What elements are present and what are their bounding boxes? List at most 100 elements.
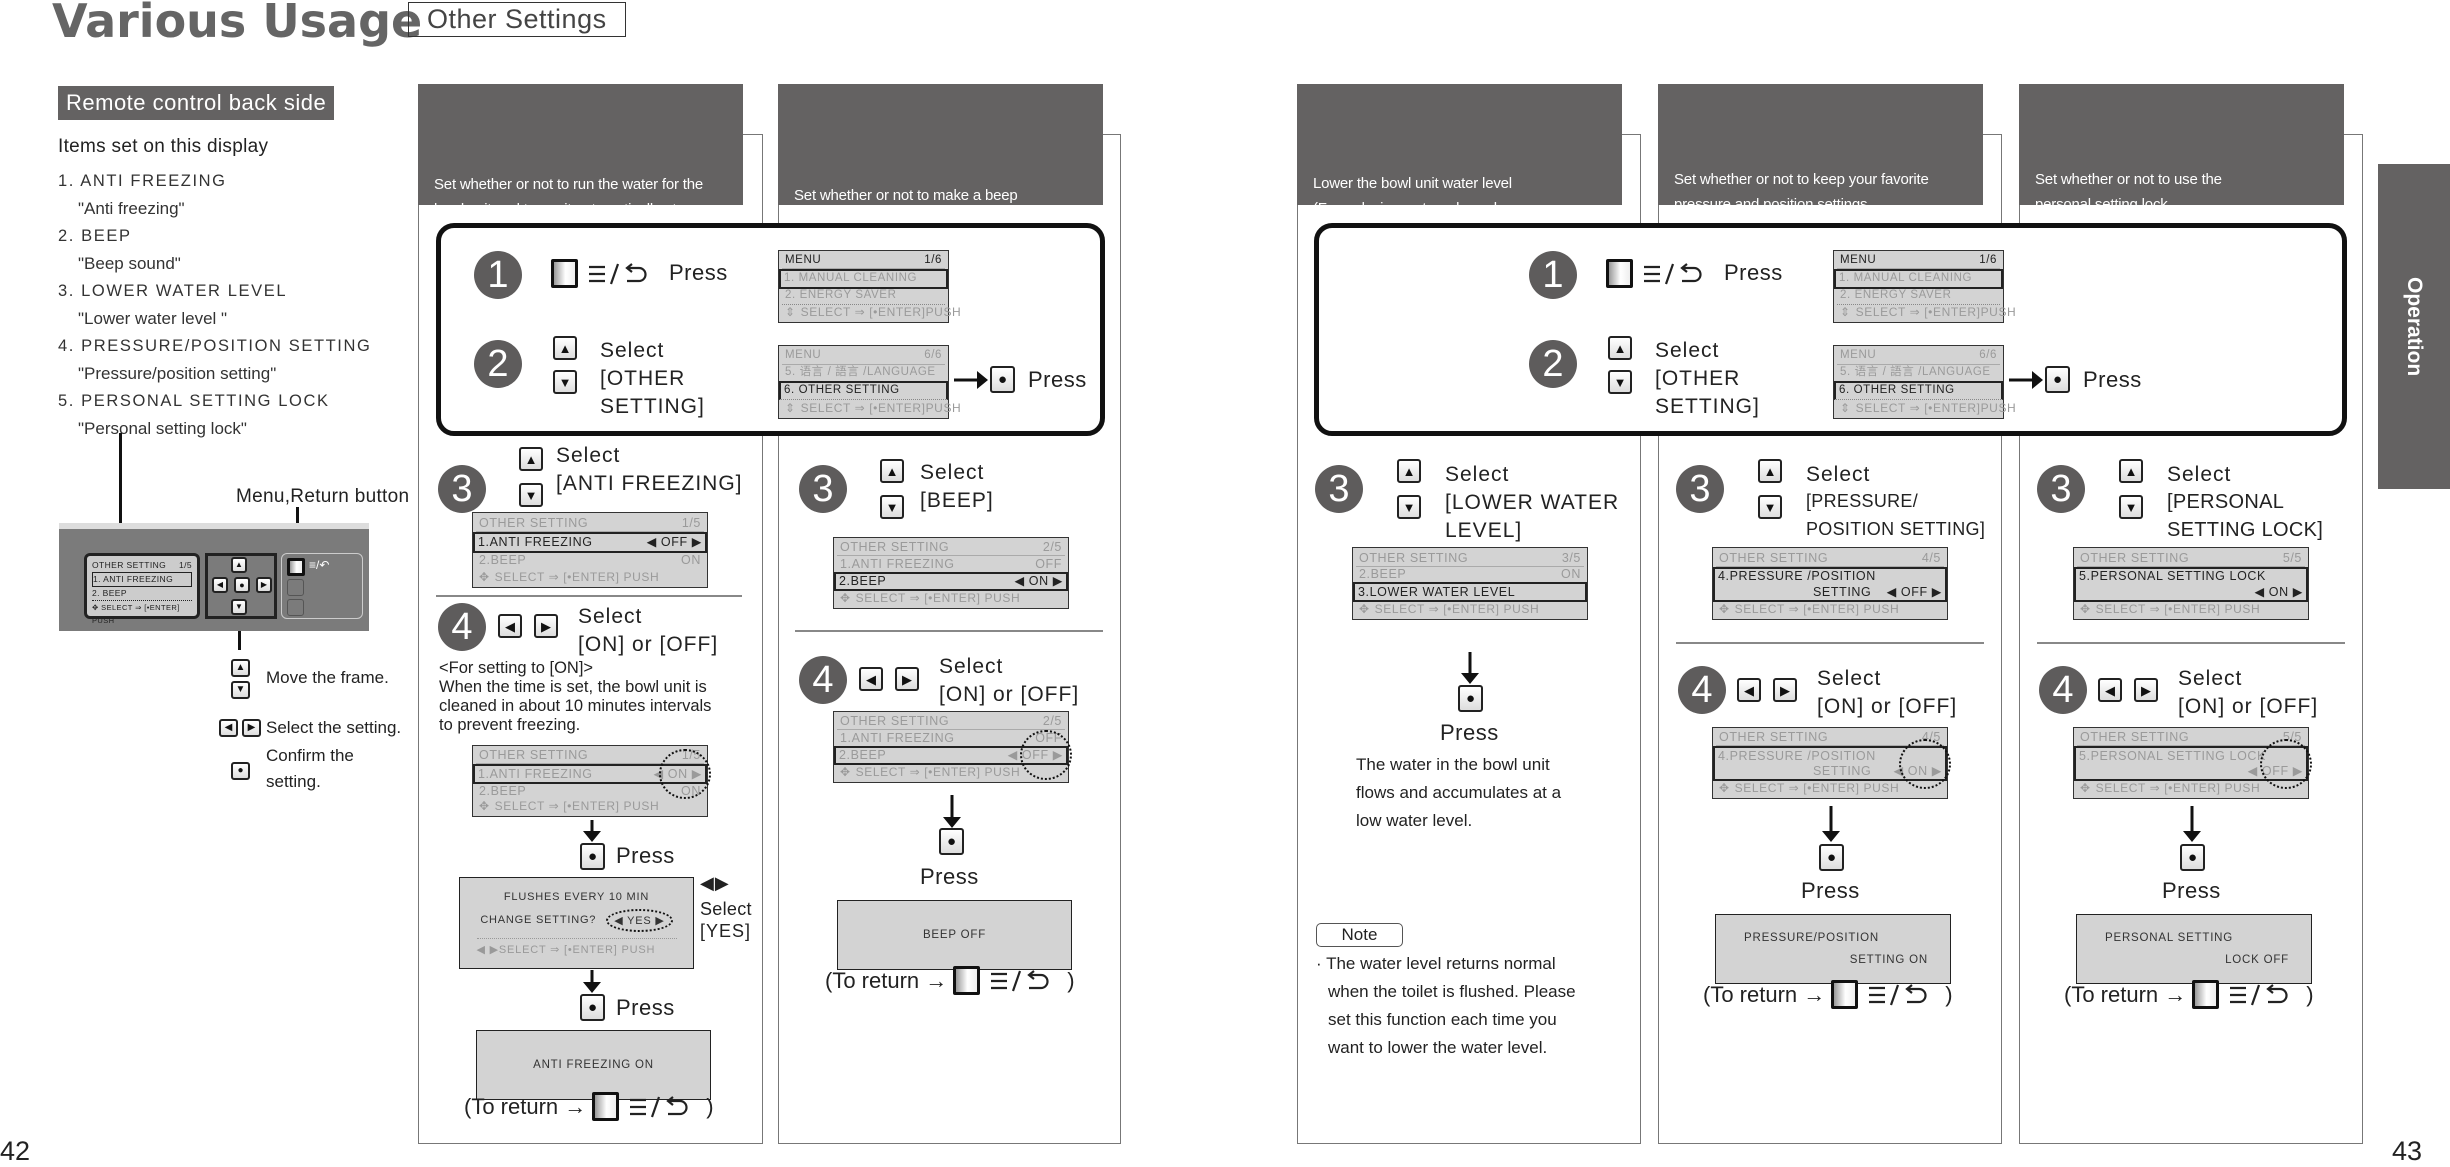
up-down-icon: ⇕ — [785, 305, 796, 320]
lcd-footer-text: SELECT ⇒ [•ENTER] PUSH — [1734, 602, 1900, 617]
lcd-row: 2.BEEP ◀ ON ▶ — [834, 571, 1068, 591]
column-header: Set whether or not to keep your favorite… — [1658, 84, 1983, 281]
step-number: 4 — [2039, 666, 2087, 714]
lcd-screen: MENU 6/6 5. 语言 / 語言 /LANGUAGE 6. OTHER SETT… — [1833, 345, 2016, 419]
select-label: Select — [1445, 463, 1510, 486]
select-target: [BEEP] — [920, 489, 994, 512]
step-note: to prevent freezing. — [439, 716, 581, 734]
confirm-line: CHANGE SETTING? ◀ YES ▶ — [480, 908, 673, 932]
to-return-text: (To return → — [1703, 981, 1826, 1007]
result-screen: ANTI FREEZING ON — [476, 1030, 711, 1100]
lcd-screen: MENU 6/6 5. 语言 / 語言 /LANGUAGE 6. OTHER SETT… — [778, 345, 961, 419]
lcd-row-label: 2.BEEP — [1359, 567, 1407, 581]
select-label: Select — [920, 461, 985, 484]
lcd-title: MENU — [1840, 349, 1877, 362]
enter-button-icon: ● — [2180, 844, 2205, 871]
column-description: personal setting lock — [2035, 196, 2168, 213]
item-subtitle: "Beep sound" — [78, 254, 181, 273]
select-label: Select — [2178, 667, 2243, 690]
right-arrow-button-icon: ▶ — [256, 577, 272, 593]
lcd-row: 1.ANTI FREEZING OFF — [837, 556, 1065, 571]
to-return-instruction: (To return →) — [1703, 980, 1953, 1009]
lcd-title: OTHER SETTING — [2080, 730, 2190, 745]
remote-control-illustration: OTHER SETTING 1/5 1. ANTI FREEZING 2. BEEP ✥… — [59, 523, 369, 631]
right-arrow-button-icon: ▶ — [895, 667, 919, 691]
lcd-footer-text: SELECT ⇒ [•ENTER]PUSH — [800, 305, 962, 320]
item-name: 1. ANTI FREEZING — [58, 172, 227, 190]
select-label: Select — [1655, 339, 1720, 362]
lcd-footer: ✥ SELECT ⇒ [•ENTER] PUSH — [1356, 602, 1584, 618]
lcd-title: OTHER SETTING — [479, 748, 589, 763]
column-header: Lower the bowl unit water level (For redu… — [1297, 84, 1622, 281]
column-description: (For reducing water rebound, — [1313, 200, 1501, 217]
items-title: Items set on this display — [58, 136, 269, 157]
result-description: flows and accumulates at a — [1356, 783, 1562, 802]
confirm-question: CHANGE SETTING? — [480, 914, 597, 926]
lcd-row-label: 2.BEEP — [479, 783, 527, 798]
step-note: When the time is set, the bowl unit is — [439, 678, 707, 696]
lcd-footer: ✥ SELECT ⇒ [•ENTER] PUSH — [837, 765, 1065, 780]
lcd-row-label2: SETTING — [1813, 584, 1872, 599]
select-target: [ON] or [OFF] — [2178, 695, 2319, 718]
step-note: cleaned in about 10 minutes intervals — [439, 697, 712, 715]
power-button-icon — [287, 599, 304, 616]
result-description: low water level. — [1356, 811, 1473, 830]
right-arrow-button-icon: ▶ — [1773, 678, 1797, 702]
menu-return-symbol-icon — [989, 968, 1053, 994]
result-screen: PRESSURE/POSITION SETTING ON — [1715, 914, 1951, 984]
select-label: Select — [600, 339, 665, 362]
down-arrow-button-icon: ▼ — [553, 370, 577, 394]
lcd-page: 2/5 — [1042, 540, 1062, 555]
item-name: 4. PRESSURE/POSITION SETTING — [58, 337, 372, 355]
select-target: [YES] — [700, 921, 752, 941]
four-way-arrow-icon: ✥ — [1719, 602, 1730, 617]
lcd-footer-text: SELECT ⇒ [•ENTER] PUSH — [2095, 602, 2261, 617]
select-target: [ON] or [OFF] — [939, 683, 1080, 706]
column-description: pressure and position settings — [1674, 196, 1868, 213]
result-screen: PERSONAL SETTING LOCK OFF — [2076, 914, 2312, 984]
lcd-row-label: 1.ANTI FREEZING — [840, 730, 955, 745]
select-target: [ANTI FREEZING] — [556, 472, 743, 495]
lcd-row: 2.BEEP ON — [1356, 567, 1584, 583]
lcd-footer-text: SELECT ⇒ [•ENTER]PUSH — [1855, 401, 2017, 415]
steps-1-2-box — [1314, 223, 2347, 436]
lcd-row: 1.ANTI FREEZING ◀ ON ▶ — [473, 748, 711, 799]
lcd-row: 2.BEEP ON — [476, 553, 704, 569]
down-arrow-icon — [1461, 652, 1479, 684]
lcd-title: MENU — [785, 349, 822, 362]
lcd-row: 2.BEEP ◀ OFF ▶ — [834, 730, 1072, 781]
up-arrow-button-icon: ▲ — [1758, 459, 1782, 483]
step-number: 4 — [438, 603, 486, 651]
remote-lcd-page: 1/5 — [178, 560, 192, 570]
column-description: Set whether or not to use the — [2035, 171, 2222, 188]
lcd-header: MENU 6/6 — [782, 348, 945, 365]
lcd-page: 6/6 — [1979, 349, 1997, 362]
left-arrow-button-icon: ◀ — [212, 577, 228, 593]
press-label: Press — [1724, 260, 1783, 285]
select-target: SETTING LOCK] — [2167, 519, 2324, 541]
lcd-footer: ✥ SELECT ⇒ [•ENTER] PUSH — [837, 591, 1065, 606]
lcd-row-value: OFF — [1035, 556, 1062, 571]
remote-lcd-row: 2. BEEP — [92, 587, 192, 601]
enter-button-icon: ● — [939, 828, 964, 855]
left-arrow-button-icon: ◀ — [2098, 678, 2122, 702]
down-arrow-icon — [583, 820, 601, 842]
result-screen-text: BEEP OFF — [922, 929, 987, 941]
enter-button-icon: ● — [1458, 685, 1483, 712]
right-arrow-button-icon: ▶ — [534, 614, 558, 638]
select-target: SETTING] — [600, 395, 705, 418]
lcd-screen: OTHER SETTING 1/5 1.ANTI FREEZING ◀ OFF ▶ 2.… — [472, 512, 708, 588]
step-number: 3 — [1676, 465, 1724, 513]
select-label: Select — [700, 899, 752, 919]
lcd-row-value: ON — [1561, 567, 1581, 581]
down-arrow-icon — [583, 970, 601, 993]
lcd-row: 1. MANUAL CLEANING — [1834, 269, 2003, 289]
lcd-title: OTHER SETTING — [1719, 550, 1829, 565]
menu-return-button-icon — [592, 1092, 692, 1121]
lcd-screen: OTHER SETTING 5/5 5.PERSONAL SETTING LOCK ◀… — [2073, 727, 2312, 799]
section-label: Other Settings — [408, 2, 626, 37]
lcd-header: MENU 1/6 — [1837, 253, 2000, 270]
four-way-arrow-icon: ✥ — [840, 591, 851, 606]
confirm-footer: ◀ ▶SELECT ⇒ [•ENTER] PUSH — [476, 937, 677, 956]
select-label: Select — [578, 605, 643, 628]
